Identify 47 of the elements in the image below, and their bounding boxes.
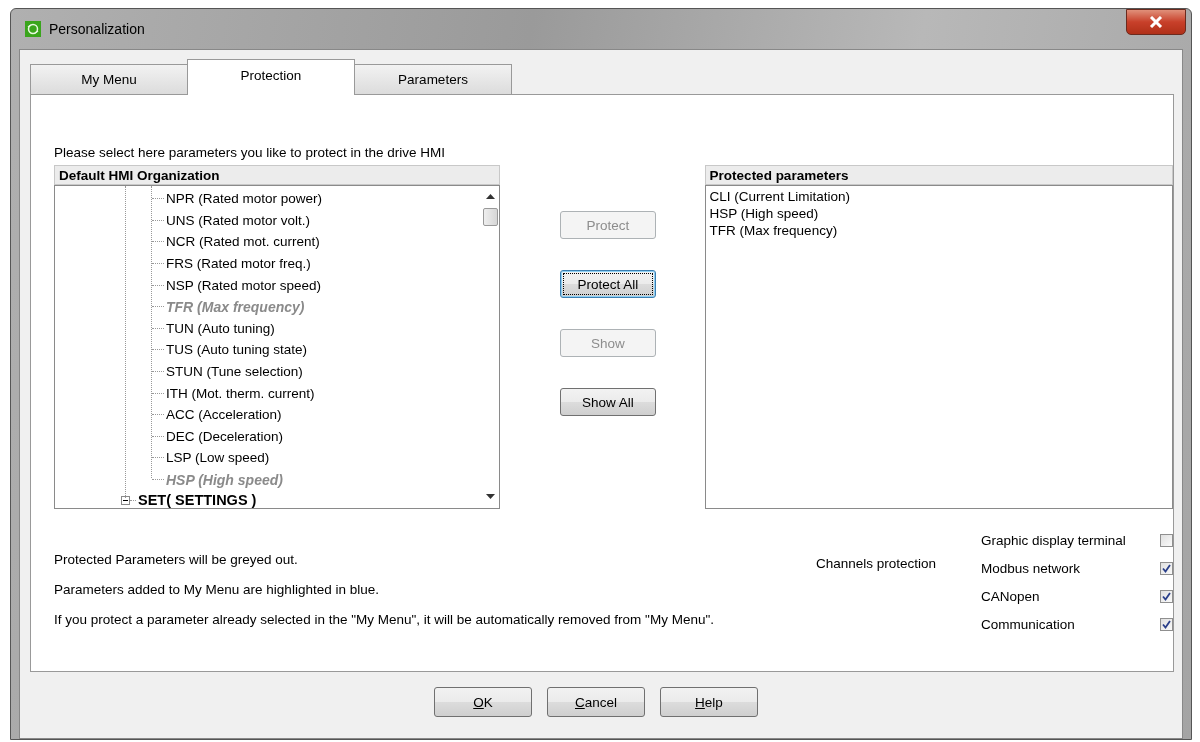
- tree-item[interactable]: FRS (Rated motor freq.): [166, 256, 311, 272]
- checkbox-label: CANopen: [981, 589, 1040, 604]
- tab[interactable]: Protection: [187, 59, 355, 95]
- list-header: Protected parameters: [704, 165, 1173, 185]
- checkbox[interactable]: [1160, 590, 1173, 603]
- collapse-icon[interactable]: [121, 495, 130, 505]
- tree-item[interactable]: ACC (Acceleration): [166, 407, 282, 423]
- tree-item[interactable]: NSP (Rated motor speed): [166, 277, 322, 293]
- app-icon: [25, 21, 41, 37]
- tab[interactable]: Parameters: [354, 64, 512, 94]
- list-item[interactable]: HSP (High speed): [709, 205, 1168, 222]
- checkbox-label: Communication: [981, 617, 1075, 632]
- instruction-text: Please select here parameters you like to protect in the drive HMI: [54, 145, 446, 162]
- checkbox-label: Graphic display terminal: [981, 533, 1126, 548]
- dialog-button[interactable]: OK: [434, 687, 532, 717]
- checkbox[interactable]: [1160, 562, 1173, 575]
- window-title: Personalization: [49, 21, 145, 37]
- tree-node[interactable]: SET( SETTINGS ): [138, 492, 257, 508]
- scroll-down-icon[interactable]: [485, 494, 495, 500]
- tree-item[interactable]: UNS (Rated motor volt.): [166, 212, 311, 228]
- list-item[interactable]: TFR (Max frequency): [709, 222, 1168, 239]
- tab[interactable]: My Menu: [30, 64, 188, 94]
- tree-item[interactable]: TUN (Auto tuning): [166, 320, 275, 336]
- list-item[interactable]: CLI (Current Limitation): [709, 188, 1168, 205]
- list-header: Default HMI Organization: [54, 165, 500, 185]
- note-text: Protected Parameters will be greyed out.: [54, 551, 299, 568]
- checkbox-label: Modbus network: [981, 561, 1081, 576]
- note-text: Parameters added to My Menu are highlighted in blue.: [54, 581, 380, 598]
- close-icon: [1149, 16, 1163, 28]
- dialog-button[interactable]: Cancel: [547, 687, 645, 717]
- tree-item[interactable]: STUN (Tune selection): [166, 364, 303, 380]
- checkbox[interactable]: [1160, 534, 1173, 547]
- action-button[interactable]: Protect All: [559, 270, 656, 298]
- action-button[interactable]: Show All: [559, 388, 656, 416]
- tree-item[interactable]: ITH (Mot. therm. current): [166, 385, 315, 401]
- tree-item[interactable]: NPR (Rated motor power): [166, 191, 323, 207]
- close-button[interactable]: [1126, 9, 1186, 35]
- tree-item[interactable]: NCR (Rated mot. current): [166, 234, 320, 250]
- note-text: If you protect a parameter already selected in the "My Menu", it will be automatically removed from "My Menu".: [54, 611, 715, 628]
- dialog-button[interactable]: Help: [660, 687, 758, 717]
- channels-label: Channels protection: [816, 556, 938, 573]
- scroll-up-icon[interactable]: [485, 194, 495, 200]
- tree-item[interactable]: LSP (Low speed): [166, 450, 270, 466]
- checkbox[interactable]: [1160, 618, 1173, 631]
- tree-item[interactable]: TUS (Auto tuning state): [166, 342, 308, 358]
- scroll-thumb[interactable]: [482, 208, 498, 226]
- tree-item[interactable]: DEC (Deceleration): [166, 428, 284, 444]
